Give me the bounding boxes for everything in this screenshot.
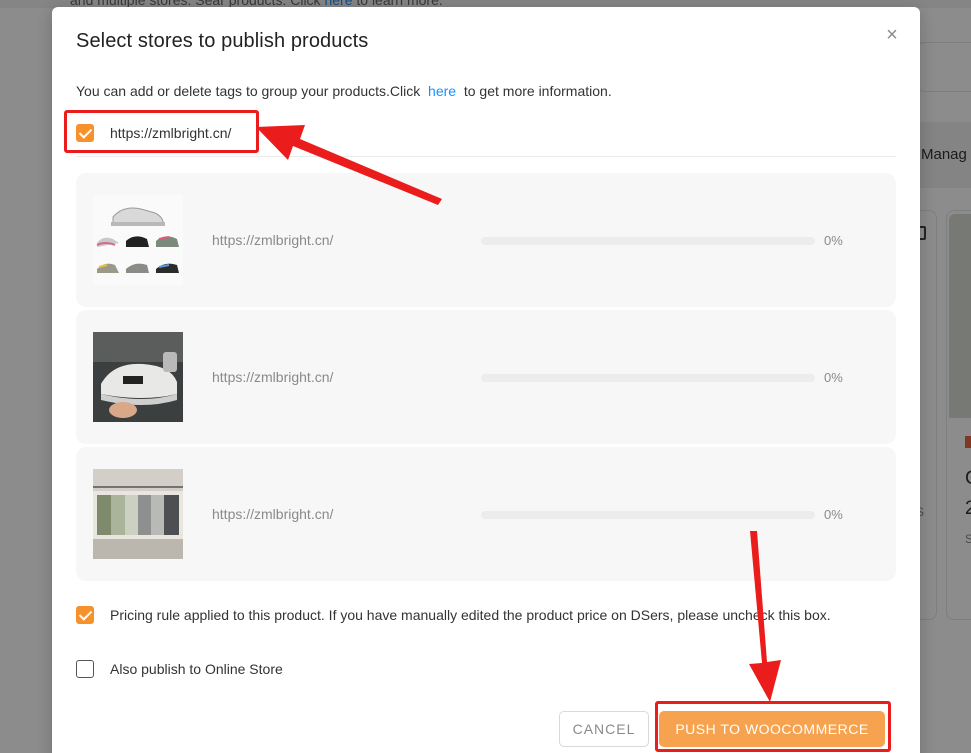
product-store-url: https://zmlbright.cn/ [212, 506, 334, 522]
publish-dialog: Select stores to publish products × You … [52, 7, 920, 753]
intro-here-link[interactable]: here [428, 83, 456, 99]
product-item: https://zmlbright.cn/ 0% [76, 173, 896, 307]
store-checkbox[interactable] [76, 124, 94, 142]
online-store-checkbox[interactable] [76, 660, 94, 678]
white-sneaker-image [93, 332, 183, 422]
sneakers-collage-image [93, 195, 183, 285]
product-item: https://zmlbright.cn/ 0% [76, 447, 896, 581]
product-list: https://zmlbright.cn/ 0% https://zmlbrig… [76, 173, 896, 584]
pricing-rule-checkbox[interactable] [76, 606, 94, 624]
push-to-woocommerce-button[interactable]: PUSH TO WOOCOMMERCE [659, 711, 885, 747]
pricing-rule-option[interactable]: Pricing rule applied to this product. If… [76, 606, 831, 624]
divider [76, 156, 896, 157]
product-thumbnail [93, 332, 183, 422]
publish-progress-bar [481, 511, 815, 519]
publish-progress-bar [481, 237, 815, 245]
progress-percent: 0% [824, 507, 843, 522]
product-thumbnail [93, 469, 183, 559]
online-store-label: Also publish to Online Store [110, 661, 283, 677]
store-option[interactable]: https://zmlbright.cn/ [76, 123, 231, 143]
online-store-option[interactable]: Also publish to Online Store [76, 660, 283, 678]
pricing-rule-label: Pricing rule applied to this product. If… [110, 607, 831, 623]
publish-progress-bar [481, 374, 815, 382]
product-thumbnail [93, 195, 183, 285]
progress-percent: 0% [824, 233, 843, 248]
progress-percent: 0% [824, 370, 843, 385]
close-icon[interactable]: × [882, 25, 902, 45]
product-store-url: https://zmlbright.cn/ [212, 369, 334, 385]
store-label: https://zmlbright.cn/ [110, 125, 232, 141]
dialog-title: Select stores to publish products [76, 30, 369, 52]
intro-prefix: You can add or delete tags to group your… [76, 83, 421, 99]
intro-suffix: to get more information. [463, 83, 612, 99]
product-store-url: https://zmlbright.cn/ [212, 232, 334, 248]
product-item: https://zmlbright.cn/ 0% [76, 310, 896, 444]
dialog-intro-text: You can add or delete tags to group your… [76, 83, 612, 99]
shorts-on-hangers-image [93, 469, 183, 559]
cancel-button[interactable]: CANCEL [559, 711, 649, 747]
